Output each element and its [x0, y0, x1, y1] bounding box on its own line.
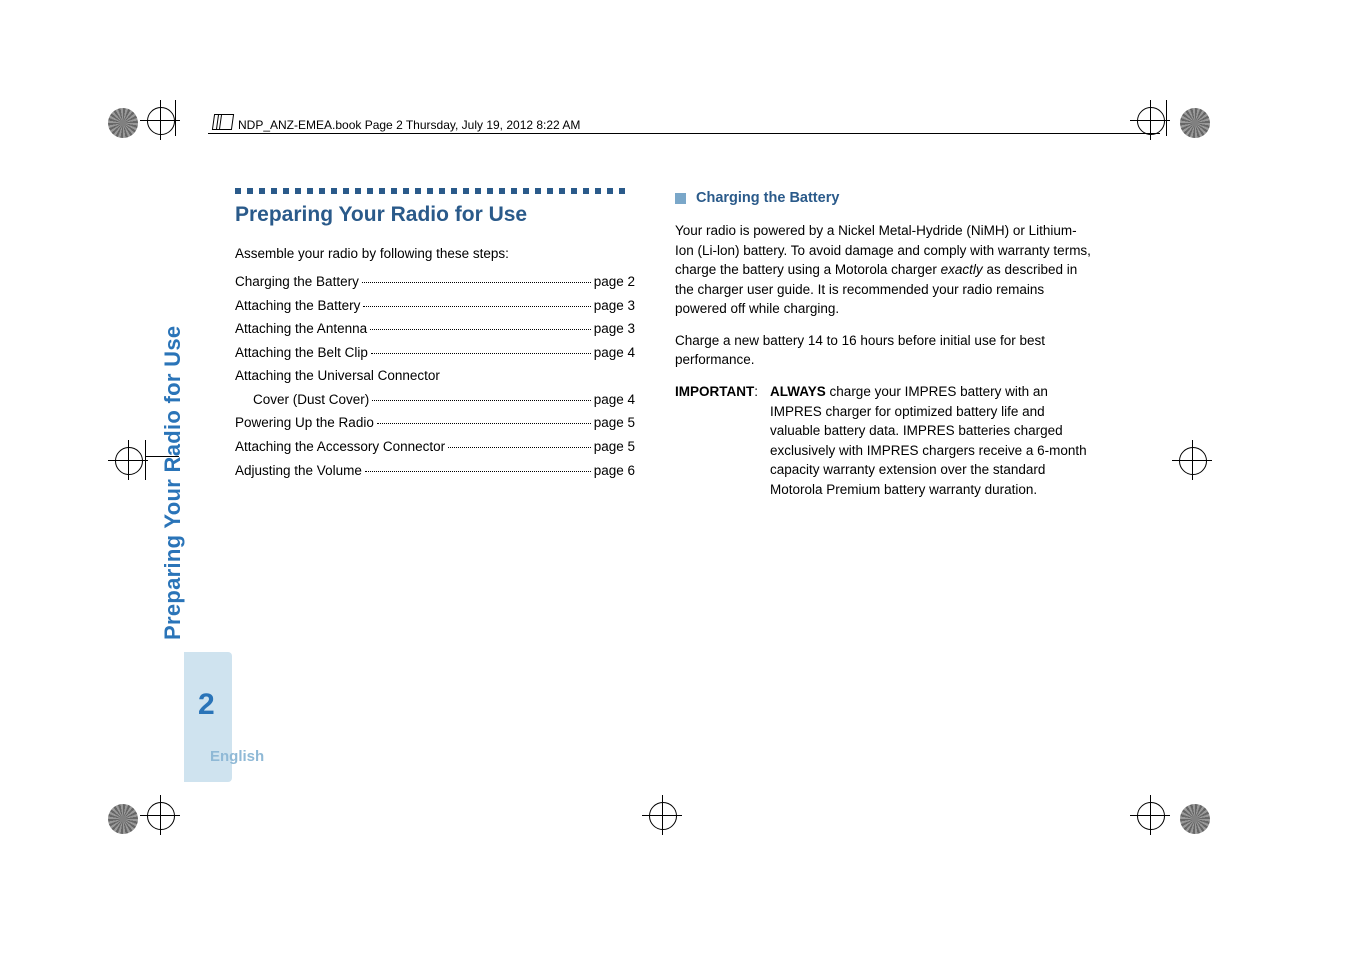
important-body: ALWAYS charge your IMPRES battery with a…: [770, 382, 1095, 499]
toc-leader: [362, 272, 591, 283]
toc-entry: Charging the Battery page 2: [235, 272, 635, 292]
important-note: IMPORTANT: ALWAYS charge your IMPRES bat…: [675, 382, 1095, 499]
toc-leader: [448, 437, 591, 448]
crosshair-icon: [642, 795, 682, 835]
toc-page: page 3: [594, 319, 635, 339]
toc-label: Attaching the Belt Clip: [235, 343, 368, 363]
toc-label: Attaching the Battery: [235, 296, 360, 316]
toc-label: Charging the Battery: [235, 272, 359, 292]
toc-label: Powering Up the Radio: [235, 413, 374, 433]
language-tab: English: [194, 748, 264, 766]
important-label-cell: IMPORTANT:: [675, 382, 758, 499]
toc-label: Attaching the Universal Connector: [235, 366, 440, 386]
right-column: Charging the Battery Your radio is power…: [675, 188, 1095, 499]
registration-mark-icon: [1180, 108, 1210, 138]
subsection-title: Charging the Battery: [696, 188, 839, 209]
toc-entry: Powering Up the Radio page 5: [235, 413, 635, 433]
toc-entry: Adjusting the Volume page 6: [235, 461, 635, 481]
left-column: Preparing Your Radio for Use Assemble yo…: [235, 188, 635, 499]
registration-mark-icon: [108, 108, 138, 138]
toc-page: page 4: [594, 343, 635, 363]
toc-leader: [363, 296, 590, 307]
intro-text: Assemble your radio by following these s…: [235, 244, 635, 264]
book-header-text: NDP_ANZ-EMEA.book Page 2 Thursday, July …: [238, 118, 580, 132]
vertical-section-title: Preparing Your Radio for Use: [160, 340, 186, 640]
language-label: English: [210, 748, 264, 765]
crosshair-icon: [140, 100, 180, 140]
toc-leader: [370, 319, 591, 330]
paragraph: Your radio is powered by a Nickel Metal-…: [675, 221, 1095, 319]
toc-leader: [372, 390, 590, 401]
crosshair-icon: [108, 440, 148, 480]
toc-label: Cover (Dust Cover): [253, 390, 369, 410]
important-text: charge your IMPRES battery with an IMPRE…: [770, 384, 1087, 497]
registration-mark-icon: [108, 804, 138, 834]
toc-entry: Cover (Dust Cover) page 4: [235, 390, 635, 410]
toc-entry: Attaching the Antenna page 3: [235, 319, 635, 339]
toc-page: page 4: [594, 390, 635, 410]
toc-leader: [371, 343, 591, 354]
important-colon: :: [754, 384, 758, 399]
rule-tick: [145, 440, 146, 480]
toc-entry: Attaching the Accessory Connector page 5: [235, 437, 635, 457]
crosshair-icon: [1172, 440, 1212, 480]
rule-tick: [1166, 100, 1167, 136]
square-bullet-icon: [675, 193, 686, 204]
content-area: Preparing Your Radio for Use Assemble yo…: [235, 188, 1135, 499]
italic-text: exactly: [941, 262, 983, 277]
toc-entry: Attaching the Belt Clip page 4: [235, 343, 635, 363]
toc-leader: [377, 413, 591, 424]
toc-label: Attaching the Accessory Connector: [235, 437, 445, 457]
important-bold: ALWAYS: [770, 384, 826, 399]
crosshair-icon: [1130, 795, 1170, 835]
toc-page: page 3: [594, 296, 635, 316]
rule-tick: [175, 100, 176, 136]
toc-entry: Attaching the Battery page 3: [235, 296, 635, 316]
registration-mark-icon: [1180, 804, 1210, 834]
toc-label: Adjusting the Volume: [235, 461, 362, 481]
page-number: 2: [198, 688, 215, 722]
toc-entry: Attaching the Universal Connector: [235, 366, 635, 386]
toc-page: page 5: [594, 413, 635, 433]
subsection-heading: Charging the Battery: [675, 188, 1095, 209]
header-rule: [208, 133, 1160, 134]
toc-page: page 5: [594, 437, 635, 457]
toc-leader: [365, 461, 591, 472]
book-icon: [212, 114, 234, 130]
crosshair-icon: [1130, 100, 1170, 140]
toc-label: Attaching the Antenna: [235, 319, 367, 339]
important-label: IMPORTANT: [675, 384, 754, 399]
crosshair-icon: [140, 795, 180, 835]
section-heading: Preparing Your Radio for Use: [235, 200, 635, 230]
paragraph: Charge a new battery 14 to 16 hours befo…: [675, 331, 1095, 370]
toc-page: page 6: [594, 461, 635, 481]
toc-page: page 2: [594, 272, 635, 292]
section-divider: [235, 188, 630, 194]
